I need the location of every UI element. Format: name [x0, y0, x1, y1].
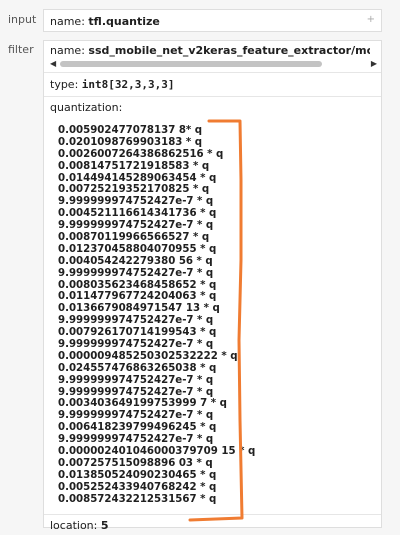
quantization-value: 9.999999974752427e-7 * q — [58, 315, 214, 327]
quantization-value: 0.00725219352170825 * q — [58, 184, 210, 196]
filter-name-key: name: — [50, 44, 85, 57]
input-name-value: tfl.quantize — [88, 15, 160, 28]
quantization-value: 9.999999974752427e-7 * q — [58, 267, 214, 279]
expand-plus-icon[interactable]: + — [367, 14, 375, 25]
input-name-key: name: — [50, 15, 85, 28]
quantization-value: 0.004054242279380 56 * q — [58, 255, 213, 267]
filter-name-section: name: ssd_mobile_net_v2keras_feature_ext… — [44, 41, 381, 73]
quantization-value: 9.999999974752427e-7 * q — [58, 339, 214, 351]
filter-type-key: type: — [50, 78, 79, 91]
location-key: location: — [50, 519, 98, 532]
quantization-value: 0.007257515098896 03 * q — [58, 457, 213, 469]
input-row-label: input — [8, 13, 37, 26]
input-property-box: name: tfl.quantize + — [43, 9, 382, 32]
horizontal-scrollbar[interactable]: ◀ ▶ — [50, 59, 377, 69]
quantization-value: 0.008572432212531567 * q — [58, 493, 217, 505]
quantization-value: 0.024557476863265038 * q — [58, 362, 217, 374]
filter-name-value: ssd_mobile_net_v2keras_feature_extractor… — [88, 44, 370, 57]
quantization-value: 0.006418239799496245 * q — [58, 422, 217, 434]
quantization-value: 0.007926170714199543 * q — [58, 327, 217, 339]
quantization-value: 0.005252433940768242 * q — [58, 481, 217, 493]
filter-row-label: filter — [8, 43, 34, 56]
quantization-value: 9.999999974752427e-7 * q — [58, 220, 214, 232]
location-value: 5 — [100, 519, 109, 532]
quantization-value: 9.999999974752427e-7 * q — [58, 410, 214, 422]
quantization-value: 0.008035623468458652 * q — [58, 279, 217, 291]
quantization-value: 9.999999974752427e-7 * q — [58, 434, 214, 446]
quantization-value: 0.011477967724204063 * q — [58, 291, 217, 303]
quantization-value: 0.00870119966566527 * q — [58, 232, 210, 244]
filter-type-section: type: int8[32,3,3,3] — [44, 72, 381, 97]
scroll-left-arrow-icon[interactable]: ◀ — [50, 59, 56, 68]
quantization-value: 0.005902477078137 8* q — [58, 125, 203, 136]
filter-name[interactable]: name: ssd_mobile_net_v2keras_feature_ext… — [50, 44, 370, 57]
quantization-value: 9.999999974752427e-7 * q — [58, 386, 214, 398]
quantization-value: 0.00814751721918583 * q — [58, 160, 210, 172]
quantization-value: 0.0026007264386862516 * q — [58, 148, 224, 160]
quantization-value: 9.999999974752427e-7 * q — [58, 374, 214, 386]
quantization-value: 0.0136679084971547 13 * q — [58, 303, 220, 315]
filter-type-value: int8[32,3,3,3] — [81, 78, 175, 91]
quantization-value: 0.004521116614341736 * q — [58, 208, 217, 220]
quantization-value: 0.012370458804070955 * q — [58, 243, 217, 255]
scroll-right-arrow-icon[interactable]: ▶ — [371, 59, 377, 68]
quantization-label: quantization: — [50, 101, 123, 114]
quantization-value: 0.000009485250302532222 * q — [58, 350, 238, 362]
quantization-list: 0.005902477078137 8* q 0.0201098769903183… — [58, 125, 255, 506]
quantization-value: 0.003403649199753999 7 * q — [58, 398, 227, 410]
scrollbar-thumb[interactable] — [60, 61, 322, 67]
filter-property-box: name: ssd_mobile_net_v2keras_feature_ext… — [43, 40, 382, 532]
filter-location-section: location: 5 — [44, 515, 381, 532]
quantization-value: 0.000002401046000379709 15 * q — [58, 446, 256, 458]
input-name[interactable]: name: tfl.quantize — [50, 15, 160, 28]
quantization-value: 0.0201098769903183 * q — [58, 136, 203, 148]
filter-quantization-section: quantization: 0.005902477078137 8* q 0.02… — [44, 96, 381, 515]
quantization-value: 0.013850524090230465 * q — [58, 469, 217, 481]
quantization-value: 0.014494145289063454 * q — [58, 172, 217, 184]
quantization-value: 9.999999974752427e-7 * q — [58, 196, 214, 208]
